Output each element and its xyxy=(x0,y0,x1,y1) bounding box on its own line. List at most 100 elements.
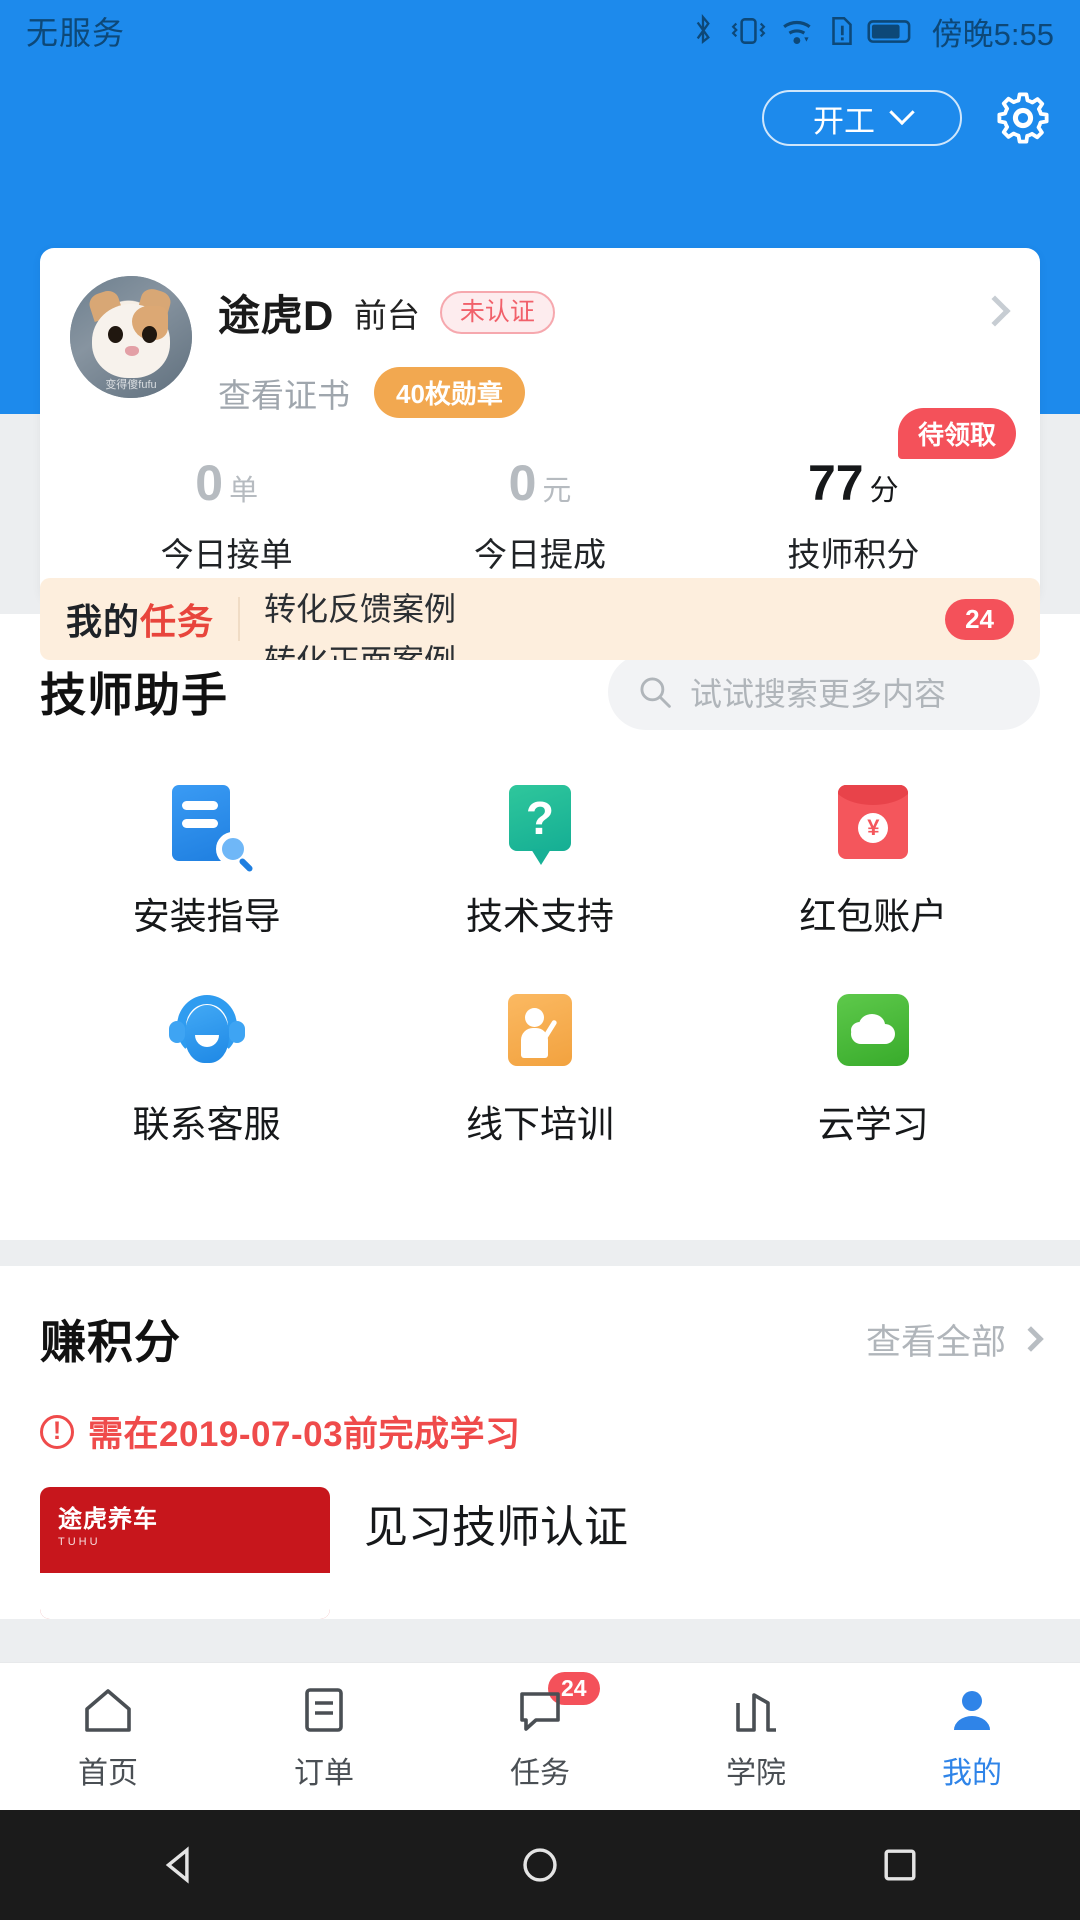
assistant-item-label: 联系客服 xyxy=(132,1104,281,1145)
assistant-item-tech-support[interactable]: ? 技术支持 xyxy=(373,782,706,940)
my-tasks-logo-part2: 任务 xyxy=(140,601,215,642)
search-placeholder: 试试搜索更多内容 xyxy=(690,676,947,712)
claim-badge[interactable]: 待领取 xyxy=(897,408,1016,459)
bottom-tab-bar: 首页 订单 24 任务 学院 我的 xyxy=(0,1662,1080,1810)
assistant-title: 技师助手 xyxy=(40,669,228,721)
wifi-icon xyxy=(782,20,811,44)
triangle-back-icon[interactable] xyxy=(157,1842,203,1888)
stat-number: 77 xyxy=(808,455,864,511)
profile-card[interactable]: 变得傻fufu 途虎D 前台 未认证 查看证书 40枚勋章 0 单 今日接单 0… xyxy=(40,248,1040,602)
question-bubble-icon: ? xyxy=(499,782,581,865)
stat-today-orders[interactable]: 0单 今日接单 xyxy=(70,458,383,576)
stat-unit: 元 xyxy=(542,475,572,507)
deadline-text: 需在2019-07-03前完成学习 xyxy=(88,1415,521,1454)
assistant-item-cloud-learning[interactable]: 云学习 xyxy=(707,990,1040,1148)
profile-info: 途虎D 前台 未认证 查看证书 40枚勋章 xyxy=(218,276,1010,418)
course-brand-name: 途虎养车 xyxy=(58,1506,158,1533)
tab-home[interactable]: 首页 xyxy=(0,1682,216,1792)
square-recents-icon[interactable] xyxy=(877,1842,923,1888)
tab-label: 我的 xyxy=(942,1756,1002,1790)
stat-label: 今日接单 xyxy=(160,536,293,573)
my-tasks-logo: 我的任务 xyxy=(66,593,214,645)
view-all-label: 查看全部 xyxy=(865,1322,1006,1362)
view-certificate-link[interactable]: 查看证书 xyxy=(218,369,350,417)
order-list-icon xyxy=(216,1682,432,1738)
earn-points-section: 赚积分 查看全部 ! 需在2019-07-03前完成学习 途虎养车 TUHU 见… xyxy=(0,1266,1080,1619)
medal-count-badge[interactable]: 40枚勋章 xyxy=(374,367,525,418)
task-chat-icon xyxy=(432,1682,648,1738)
clock-label: 傍晚5:55 xyxy=(931,16,1054,52)
search-input[interactable]: 试试搜索更多内容 xyxy=(608,654,1040,730)
tab-mine[interactable]: 我的 xyxy=(864,1682,1080,1792)
android-navigation-bar xyxy=(0,1810,1080,1920)
headset-icon xyxy=(166,990,248,1072)
academy-icon xyxy=(648,1682,864,1738)
stat-today-commission[interactable]: 0元 今日提成 xyxy=(383,458,696,576)
thumbnail-band xyxy=(40,1573,330,1619)
circle-home-icon[interactable] xyxy=(517,1842,563,1888)
start-work-button[interactable]: 开工 xyxy=(762,90,962,146)
tab-label: 学院 xyxy=(726,1756,786,1790)
stat-unit: 单 xyxy=(229,475,259,507)
avatar[interactable]: 变得傻fufu xyxy=(70,276,192,398)
gear-icon[interactable] xyxy=(996,91,1050,145)
user-role: 前台 xyxy=(353,296,420,334)
battery-icon xyxy=(867,20,911,43)
assistant-item-install-guide[interactable]: 安装指导 xyxy=(40,782,373,940)
profile-card-wrapper: 变得傻fufu 途虎D 前台 未认证 查看证书 40枚勋章 0 单 今日接单 0… xyxy=(40,248,1040,660)
stat-label: 技师积分 xyxy=(787,536,920,573)
section-divider xyxy=(0,1240,1080,1266)
tab-label: 首页 xyxy=(78,1756,138,1790)
document-search-icon xyxy=(166,782,250,866)
task-marquee[interactable]: 转化反馈案例 转化正面案例 xyxy=(264,578,925,660)
assistant-grid: 安装指导 ? 技术支持 ¥ 红包账户 联系客服 线下培训 云学习 xyxy=(40,782,1040,1198)
assistant-item-offline-training[interactable]: 线下培训 xyxy=(373,990,706,1148)
assistant-item-contact-support[interactable]: 联系客服 xyxy=(40,990,373,1148)
course-card[interactable]: 途虎养车 TUHU 见习技师认证 xyxy=(40,1487,1040,1619)
tab-academy[interactable]: 学院 xyxy=(648,1682,864,1792)
start-work-label: 开工 xyxy=(813,103,875,139)
deadline-notice: ! 需在2019-07-03前完成学习 xyxy=(40,1406,1040,1457)
chevron-right-icon xyxy=(1018,1326,1044,1352)
assistant-item-red-envelope[interactable]: ¥ 红包账户 xyxy=(707,782,1040,940)
avatar-watermark: 变得傻fufu xyxy=(105,379,157,391)
stat-value: 77 分 xyxy=(697,458,1010,508)
page-header: 开工 变得傻fufu 途虎D 前台 未认证 查看证书 40枚勋章 0 单 今日接… xyxy=(0,62,1080,660)
view-all-button[interactable]: 查看全部 xyxy=(865,1314,1044,1365)
assistant-item-label: 线下培训 xyxy=(465,1104,614,1145)
course-brand-logo: 途虎养车 TUHU xyxy=(58,1499,158,1548)
stats-row: 0单 今日接单 0元 今日提成 待领取 77 分 技师积分 xyxy=(70,408,1016,576)
technician-assistant-section: 技师助手 试试搜索更多内容 安装指导 ? 技术支持 ¥ 红包账户 联系客服 线下… xyxy=(0,614,1080,1240)
stat-value: 0元 xyxy=(383,458,696,508)
assistant-header: 技师助手 试试搜索更多内容 xyxy=(40,654,1040,730)
trainer-board-icon xyxy=(499,990,581,1072)
my-tasks-banner[interactable]: 我的任务 转化反馈案例 转化正面案例 24 xyxy=(40,578,1040,660)
stat-technician-points[interactable]: 待领取 77 分 技师积分 xyxy=(697,408,1016,576)
task-line-1: 转化反馈案例 xyxy=(264,591,457,627)
course-title: 见习技师认证 xyxy=(364,1503,628,1552)
carrier-label: 无服务 xyxy=(26,15,126,51)
certification-status-badge[interactable]: 未认证 xyxy=(439,290,555,335)
person-icon xyxy=(864,1682,1080,1738)
tab-label: 订单 xyxy=(294,1756,354,1790)
stat-value: 0单 xyxy=(70,458,383,508)
status-bar: 无服务 傍晚5:55 xyxy=(0,0,1080,62)
exclamation-circle-icon: ! xyxy=(40,1414,74,1449)
vibrate-icon xyxy=(731,18,766,44)
tab-orders[interactable]: 订单 xyxy=(216,1682,432,1792)
assistant-item-label: 云学习 xyxy=(817,1104,929,1145)
task-count-badge: 24 xyxy=(945,598,1014,640)
user-name: 途虎D xyxy=(218,292,334,339)
tab-tasks[interactable]: 24 任务 xyxy=(432,1671,648,1792)
bluetooth-icon xyxy=(696,14,710,45)
header-actions: 开工 xyxy=(30,62,1050,174)
assistant-item-label: 安装指导 xyxy=(132,896,281,937)
home-icon xyxy=(0,1682,216,1738)
sim-alert-icon xyxy=(831,16,852,46)
course-brand-sub: TUHU xyxy=(58,1536,101,1548)
assistant-item-label: 红包账户 xyxy=(799,896,948,937)
chevron-down-icon xyxy=(889,99,915,126)
task-line-2: 转化正面案例 xyxy=(264,636,456,660)
search-icon xyxy=(640,677,671,708)
cloud-icon xyxy=(832,990,914,1072)
